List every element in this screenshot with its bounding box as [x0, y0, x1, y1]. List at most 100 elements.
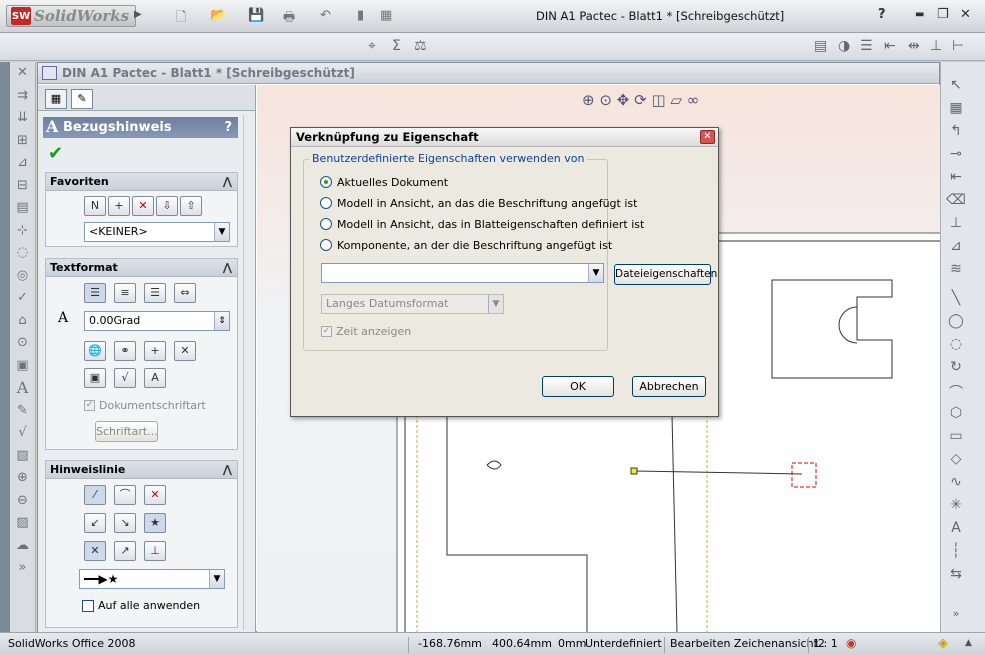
file-properties-button[interactable]: Dateieigenschaften	[614, 264, 717, 285]
align-left-icon[interactable]: ☰	[84, 283, 106, 303]
chevron-down-icon[interactable]: ▼	[214, 223, 229, 241]
radio-current-document[interactable]: Aktuelles Dokument	[320, 174, 448, 190]
ordinate-icon[interactable]: ⊢	[952, 38, 964, 54]
radio-unselected-icon[interactable]	[320, 218, 332, 230]
vertical-dimension-icon[interactable]: ⇊	[10, 107, 35, 130]
justify-icon[interactable]: ⇔	[174, 283, 196, 303]
apply-all-checkbox[interactable]: Auf alle anwenden	[82, 599, 200, 612]
radio-component-attached[interactable]: Komponente, an der die Beschriftung ange…	[320, 237, 612, 253]
block-icon[interactable]: ▧	[10, 445, 35, 468]
arrow-style-dropdown[interactable]: ━━▶★ ▼	[79, 569, 225, 589]
favoriten-header[interactable]: Favoriten ⋀	[46, 173, 237, 191]
undo-icon[interactable]: ↶	[320, 8, 331, 23]
hole-callout-icon[interactable]: ⊙	[10, 332, 35, 355]
load-favorite-icon[interactable]: ⇧	[180, 196, 202, 216]
measure-icon[interactable]: ⌖	[368, 38, 376, 54]
relation-icon[interactable]: ⊿	[941, 238, 971, 254]
select-icon[interactable]: ↖	[941, 77, 971, 93]
tangent-arc-icon[interactable]: ↻	[941, 359, 971, 375]
property-dropdown[interactable]: ▼	[321, 263, 604, 283]
rebuild-icon[interactable]: ▮	[357, 8, 364, 23]
polygon-icon[interactable]: ⬡	[941, 405, 971, 421]
radio-model-in-view-attached[interactable]: Modell in Ansicht, an das die Beschriftu…	[320, 195, 637, 211]
delete-favorite-icon[interactable]: ✕	[132, 196, 154, 216]
align-right-icon[interactable]: ☰	[144, 283, 166, 303]
add-favorite-icon[interactable]: +	[108, 196, 130, 216]
three-point-arc-icon[interactable]: ⌒	[941, 382, 971, 402]
area-hatch-icon[interactable]: ▨	[10, 512, 35, 535]
ok-button[interactable]: OK	[542, 376, 614, 397]
dimension-icon[interactable]: ⊸	[941, 146, 971, 162]
save-icon[interactable]: 💾	[248, 8, 264, 23]
appearance-icon[interactable]: ◑	[838, 38, 850, 54]
chevron-down-icon[interactable]: ▼	[209, 570, 224, 588]
radio-unselected-icon[interactable]	[320, 197, 332, 209]
autodimension-icon[interactable]: ⊹	[10, 220, 35, 243]
textformat-header[interactable]: Textformat ⋀	[46, 259, 237, 277]
line-icon[interactable]: ╲	[941, 290, 971, 306]
weld-symbol-icon[interactable]: ⌂	[10, 310, 35, 333]
rebuild-indicator-icon[interactable]: ◉	[846, 636, 856, 650]
revision-cloud-icon[interactable]: ☁	[10, 535, 35, 558]
horizontal-dimension-icon[interactable]: ⇉	[10, 85, 35, 108]
ordinate-dimension-icon[interactable]: ⊞	[10, 130, 35, 153]
tag-icon[interactable]: ◈	[938, 636, 948, 651]
sketch-icon[interactable]: ↰	[941, 123, 971, 139]
geometric-tolerance-icon[interactable]: ▣	[84, 368, 106, 388]
sum-icon[interactable]: Σ	[392, 38, 401, 54]
align-icon[interactable]: ⇤	[884, 38, 896, 54]
leader-straight-icon[interactable]: ⁄	[84, 485, 106, 505]
document-font-checkbox[interactable]: ✓ Dokumentschriftart	[84, 399, 206, 412]
center-mark-icon[interactable]: ⊕	[10, 467, 35, 490]
leader-right-icon[interactable]: ↘	[114, 513, 136, 533]
align-center-icon[interactable]: ≡	[114, 283, 136, 303]
lines-icon[interactable]: ☰	[860, 38, 873, 54]
horizontal-dimension-icon[interactable]: ⇤	[941, 169, 971, 185]
rectangle-icon[interactable]: ▭	[941, 428, 971, 444]
show-time-checkbox[interactable]: ✓ Zeit anzeigen	[321, 325, 411, 338]
link-to-property-icon[interactable]: ⚭	[114, 341, 136, 361]
chamfer-dimension-icon[interactable]: ⊿	[10, 152, 35, 175]
note-icon[interactable]: A	[10, 377, 35, 400]
spline-icon[interactable]: ∿	[941, 474, 971, 490]
hinweislinie-header[interactable]: Hinweislinie ⋀	[46, 461, 237, 479]
balloon-icon[interactable]: ◌	[10, 242, 35, 265]
checkbox-unchecked-icon[interactable]	[82, 599, 94, 612]
distribute-icon[interactable]: ⇹	[908, 38, 920, 54]
restore-icon[interactable]: ❐	[937, 7, 949, 22]
cancel-button[interactable]: Abbrechen	[632, 376, 706, 397]
circle-icon[interactable]: ◯	[941, 313, 971, 329]
text-icon[interactable]: A	[941, 520, 971, 536]
property-manager-tab-icon[interactable]: ✎	[71, 89, 93, 109]
arc-icon[interactable]: ◌	[941, 336, 971, 352]
format-painter-icon[interactable]: ✎	[10, 400, 35, 423]
collapse-icon[interactable]: ⋀	[223, 461, 232, 479]
chevron-down-icon[interactable]: ▼	[488, 295, 503, 313]
radio-unselected-icon[interactable]	[320, 239, 332, 251]
help-icon[interactable]: ?	[224, 117, 232, 138]
apply-favorite-icon[interactable]: N	[84, 196, 106, 216]
property-manager-scrollbar[interactable]	[243, 115, 255, 630]
radio-model-in-sheet-properties[interactable]: Modell in Ansicht, das in Blatteigenscha…	[320, 216, 644, 232]
leader-nearest-icon[interactable]: ★	[144, 513, 166, 533]
check-symbol-icon[interactable]: √	[10, 422, 35, 445]
options-icon[interactable]: ▦	[380, 8, 392, 23]
collapse-icon[interactable]: ⋀	[223, 259, 232, 277]
leader-bent-icon[interactable]: ⌒	[114, 485, 136, 505]
toolbar-expand-icon[interactable]: »	[10, 557, 35, 580]
favoriten-dropdown[interactable]: <KEINER> ▼	[84, 222, 230, 242]
mirror-icon[interactable]: ⇆	[941, 566, 971, 582]
toolbar-expand-icon[interactable]: »	[941, 607, 971, 620]
print-icon[interactable]: 🖶	[283, 8, 295, 30]
checkbox-checked-icon[interactable]: ✓	[321, 326, 332, 337]
new-file-icon[interactable]: 🗋	[176, 8, 186, 30]
fix-icon[interactable]: ⊥	[941, 215, 971, 231]
leader-straight-multi-icon[interactable]: ✕	[84, 541, 106, 561]
mass-properties-icon[interactable]: ⚖	[414, 38, 427, 54]
leader-bent-multi-icon[interactable]: ↗	[114, 541, 136, 561]
menu-arrow-icon[interactable]: ▶	[134, 9, 142, 20]
solidworks-logo[interactable]: SW SolidWorks	[6, 5, 137, 27]
smart-dimension-icon[interactable]: ✕	[10, 62, 35, 85]
point-icon[interactable]: ✳	[941, 497, 971, 513]
collapse-icon[interactable]: ⋀	[223, 173, 232, 191]
